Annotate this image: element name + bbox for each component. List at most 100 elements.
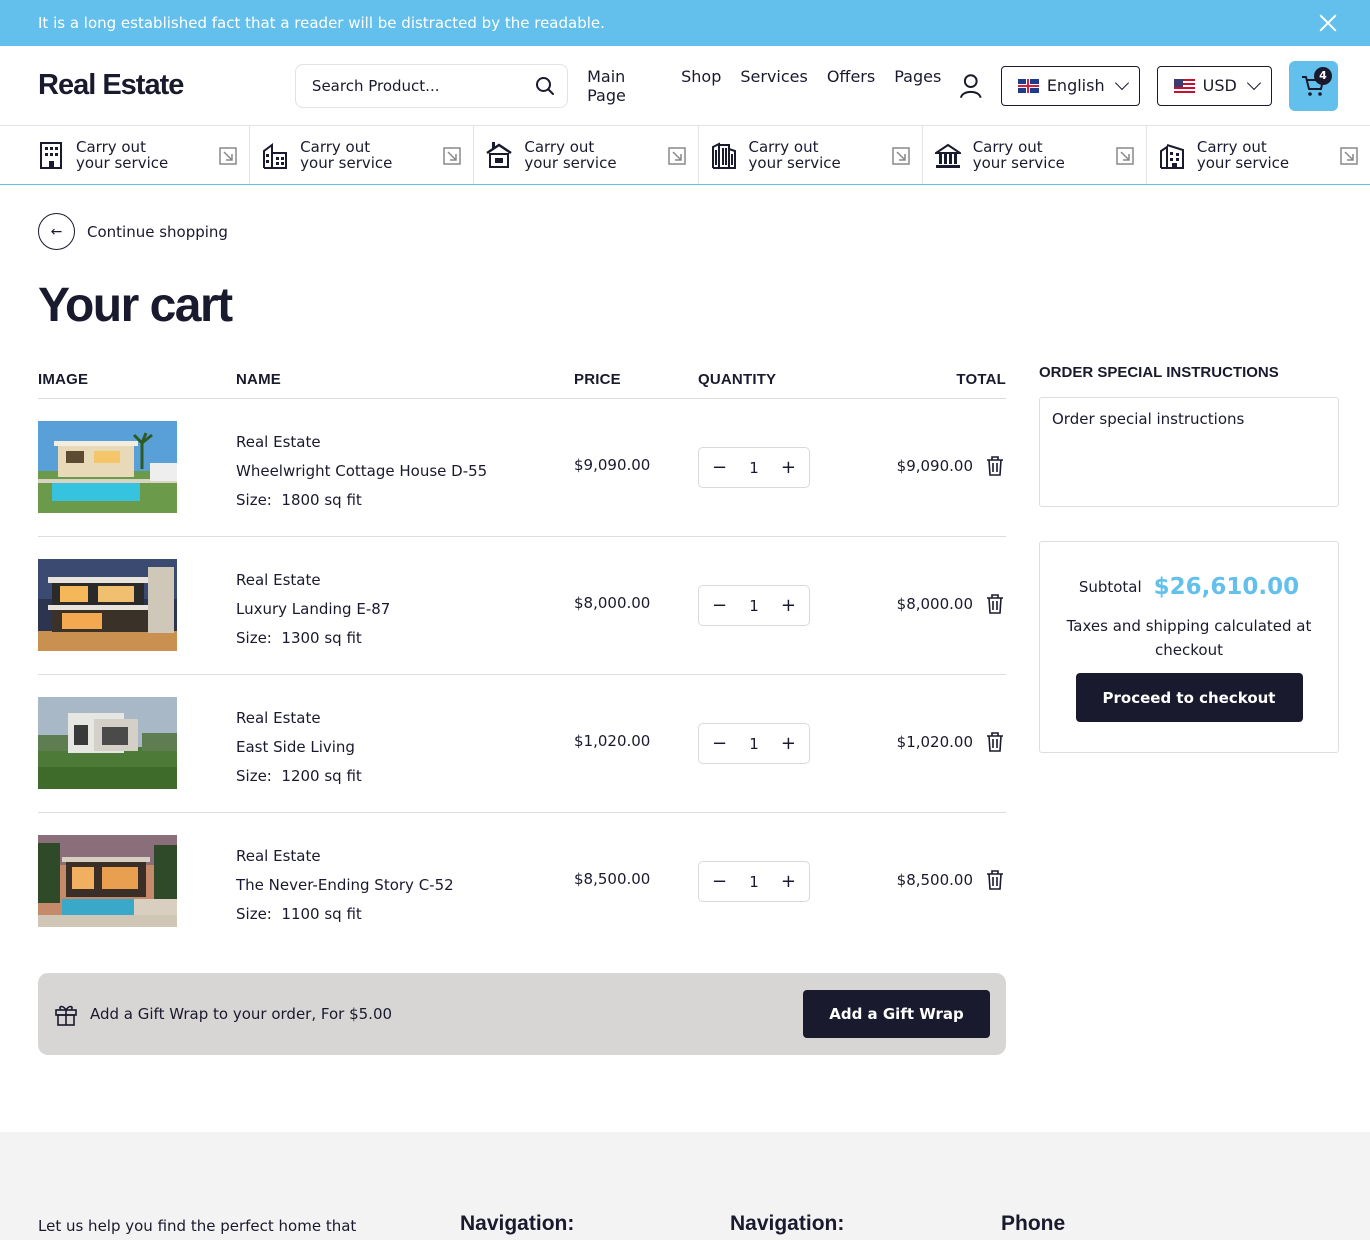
service-item[interactable]: Carry out your service <box>0 126 251 184</box>
arrow-icon <box>219 147 237 165</box>
footer-heading-navigation: Navigation: <box>460 1212 575 1235</box>
product-info: Real Estate Wheelwright Cottage House D-… <box>236 428 487 515</box>
size-label: Size: <box>236 629 272 647</box>
skyscraper-icon <box>711 142 736 169</box>
service-item[interactable]: Carry out your service <box>1147 126 1370 184</box>
product-name[interactable]: The Never-Ending Story C-52 <box>236 871 454 900</box>
gift-icon <box>55 1005 77 1026</box>
product-image[interactable] <box>38 835 177 927</box>
arrow-icon <box>891 147 910 165</box>
quantity-stepper: − 1 + <box>698 585 810 626</box>
uk-flag-icon <box>1017 78 1039 93</box>
product-image[interactable] <box>38 421 177 513</box>
checkout-button[interactable]: Proceed to checkout <box>1075 673 1303 722</box>
service-item[interactable]: Carry out your service <box>923 126 1147 184</box>
quantity-value[interactable]: 1 <box>749 597 759 615</box>
cart-button[interactable]: 4 <box>1288 60 1338 111</box>
service-line2: your service <box>524 154 617 172</box>
size-value: 1800 sq fit <box>281 491 362 509</box>
product-price: $8,500.00 <box>574 870 651 888</box>
quantity-stepper: − 1 + <box>698 723 810 764</box>
header-quantity: QUANTITY <box>698 370 777 388</box>
product-name[interactable]: East Side Living <box>236 733 362 762</box>
header-total: TOTAL <box>956 370 1006 388</box>
product-name[interactable]: Wheelwright Cottage House D-55 <box>236 457 487 486</box>
product-name[interactable]: Luxury Landing E-87 <box>236 595 390 624</box>
product-size: Size: 1200 sq fit <box>236 762 362 791</box>
trash-icon[interactable] <box>986 870 1004 890</box>
size-value: 1300 sq fit <box>281 629 362 647</box>
product-price: $9,090.00 <box>574 456 651 474</box>
increase-button[interactable]: + <box>781 872 796 891</box>
service-item[interactable]: Carry out your service <box>250 126 475 184</box>
decrease-button[interactable]: − <box>712 872 727 891</box>
buildings-icon <box>263 143 288 169</box>
service-line2: your service <box>300 154 393 172</box>
language-value: English <box>1046 76 1105 95</box>
service-line2: your service <box>76 154 169 172</box>
increase-button[interactable]: + <box>781 734 796 753</box>
close-icon[interactable] <box>1316 11 1340 35</box>
trash-icon[interactable] <box>986 732 1004 752</box>
special-instructions-field[interactable] <box>1039 397 1339 507</box>
continue-shopping-link[interactable]: ← Continue shopping <box>38 213 228 250</box>
row-total: $9,090.00 <box>896 457 973 475</box>
table-row: Real Estate Luxury Landing E-87 Size: 13… <box>38 537 1006 675</box>
search-box <box>294 63 569 108</box>
announcement-bar: It is a long established fact that a rea… <box>0 0 1370 46</box>
product-info: Real Estate Luxury Landing E-87 Size: 13… <box>236 566 390 653</box>
arrow-left-icon: ← <box>38 213 75 250</box>
currency-select[interactable]: USD <box>1156 65 1272 106</box>
instructions-label: ORDER SPECIAL INSTRUCTIONS <box>1039 364 1279 381</box>
product-size: Size: 1100 sq fit <box>236 900 454 929</box>
subtotal-value: $26,610.00 <box>1153 574 1300 600</box>
quantity-value[interactable]: 1 <box>749 459 759 477</box>
nav-pages[interactable]: Pages <box>894 67 941 105</box>
chevron-down-icon <box>1246 75 1262 91</box>
user-icon[interactable] <box>959 73 983 99</box>
taxes-note: Taxes and shipping calculated at checkou… <box>1066 617 1312 659</box>
decrease-button[interactable]: − <box>712 734 727 753</box>
product-size: Size: 1800 sq fit <box>236 486 487 515</box>
increase-button[interactable]: + <box>781 596 796 615</box>
product-size: Size: 1300 sq fit <box>236 624 390 653</box>
logo[interactable]: Real Estate <box>38 69 295 102</box>
arrow-icon <box>1116 147 1134 165</box>
product-category: Real Estate <box>236 433 321 451</box>
service-item[interactable]: Carry out your service <box>474 126 699 184</box>
header-image: IMAGE <box>38 370 89 388</box>
search-icon[interactable] <box>535 76 555 96</box>
nav-main-page[interactable]: Main Page <box>587 67 662 105</box>
service-item[interactable]: Carry out your service <box>699 126 923 184</box>
quantity-value[interactable]: 1 <box>749 735 759 753</box>
gift-wrap-text: Add a Gift Wrap to your order, For $5.00 <box>90 1005 393 1023</box>
cart-count-badge: 4 <box>1314 66 1332 85</box>
nav-shop[interactable]: Shop <box>681 67 721 105</box>
product-image[interactable] <box>38 559 177 651</box>
nav-services[interactable]: Services <box>740 67 807 105</box>
trash-icon[interactable] <box>986 456 1004 476</box>
decrease-button[interactable]: − <box>712 458 727 477</box>
add-gift-wrap-button[interactable]: Add a Gift Wrap <box>803 990 990 1038</box>
product-category: Real Estate <box>236 571 321 589</box>
service-line1: Carry out <box>76 138 146 156</box>
language-select[interactable]: English <box>1000 65 1140 106</box>
increase-button[interactable]: + <box>781 458 796 477</box>
services-bar: Carry out your service Carry out your serv… <box>0 126 1370 185</box>
house-icon <box>486 142 513 168</box>
chevron-down-icon <box>1114 75 1129 91</box>
product-image[interactable] <box>38 697 177 789</box>
footer-heading-navigation: Navigation: <box>730 1212 845 1235</box>
arrow-icon <box>443 147 462 165</box>
quantity-value[interactable]: 1 <box>749 873 759 891</box>
apartment-icon <box>1159 144 1184 169</box>
product-category: Real Estate <box>236 709 321 727</box>
site-header: Real Estate Main Page Shop Services Offe… <box>0 46 1370 126</box>
currency-value: USD <box>1202 76 1237 95</box>
cart-table: IMAGE NAME PRICE QUANTITY TOTAL Real Est… <box>38 360 1006 951</box>
nav-offers[interactable]: Offers <box>827 67 875 105</box>
decrease-button[interactable]: − <box>712 596 727 615</box>
service-line1: Carry out <box>524 138 595 156</box>
search-input[interactable] <box>311 76 536 95</box>
trash-icon[interactable] <box>986 594 1004 614</box>
